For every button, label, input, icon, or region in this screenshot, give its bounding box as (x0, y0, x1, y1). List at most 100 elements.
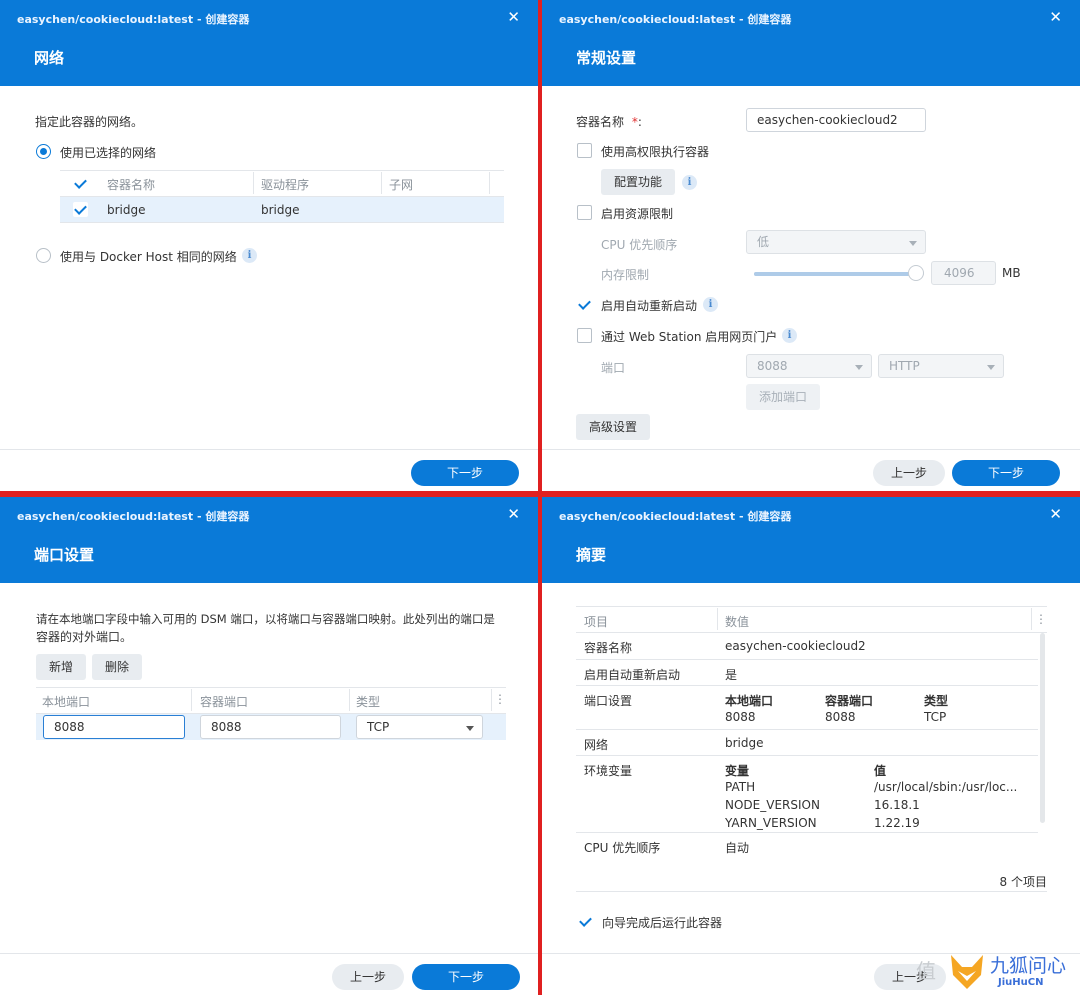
port-sub-header-type: 类型 (924, 694, 949, 708)
summary-row-network: 网络 bridge (576, 730, 1038, 756)
next-button[interactable]: 下一步 (411, 460, 519, 486)
type-select[interactable]: TCP (356, 715, 483, 739)
next-button[interactable]: 下一步 (952, 460, 1060, 486)
local-port-input[interactable]: 8088 (43, 715, 185, 739)
privileged-checkbox[interactable] (577, 143, 592, 158)
step-title: 网络 (34, 49, 65, 67)
cpu-priority-select[interactable]: 低 (746, 230, 926, 254)
row-label: 网络 (584, 738, 609, 752)
select-all-checkbox[interactable] (73, 176, 88, 191)
summary-table: 项目 数值 ⋮ 容器名称 easychen-cookiecloud2 启用自动重… (576, 606, 1047, 893)
memory-unit: MB (1002, 266, 1021, 280)
window-title: easychen/cookiecloud:latest - 创建容器 (559, 510, 792, 523)
watermark-char: 值 (916, 959, 936, 983)
env-val-1: 16.18.1 (874, 798, 920, 812)
row-checkbox[interactable] (73, 202, 88, 217)
resource-limit-label: 启用资源限制 (601, 207, 674, 221)
info-icon[interactable]: i (782, 328, 797, 343)
resource-limit-checkbox[interactable] (577, 205, 592, 220)
info-icon[interactable]: i (703, 297, 718, 312)
info-icon[interactable]: i (682, 175, 697, 190)
table-scrollbar[interactable] (1040, 633, 1045, 823)
row-value: bridge (725, 736, 764, 750)
close-icon[interactable]: ✕ (507, 505, 520, 523)
network-table: 容器名称 驱动程序 子网 bridge bridge (60, 170, 504, 224)
row-label: 启用自动重新启动 (584, 668, 681, 682)
run-after-wizard-label: 向导完成后运行此容器 (602, 916, 723, 930)
dialog-header: easychen/cookiecloud:latest - 创建容器 ✕ 网络 (0, 0, 538, 86)
add-port-button[interactable]: 添加端口 (746, 384, 820, 410)
row-value: 是 (725, 668, 738, 682)
row-value: 自动 (725, 841, 750, 855)
dialog-footer: 下一步 (0, 449, 538, 491)
env-var-2: YARN_VERSION (725, 816, 817, 830)
step-title: 摘要 (576, 546, 607, 564)
use-selected-network-radio[interactable] (36, 144, 51, 159)
env-header-val: 值 (874, 764, 887, 778)
table-header-type: 类型 (356, 695, 381, 709)
dialog-header: easychen/cookiecloud:latest - 创建容器 ✕ 摘要 (542, 497, 1080, 583)
row-label: CPU 优先顺序 (584, 841, 661, 855)
use-host-network-label: 使用与 Docker Host 相同的网络 (60, 250, 237, 264)
table-row[interactable]: bridge bridge (60, 197, 504, 222)
container-port-input[interactable]: 8088 (200, 715, 341, 739)
watermark-brand-cn: 九狐问心 (990, 955, 1067, 977)
advanced-settings-button[interactable]: 高级设置 (576, 414, 650, 440)
port-settings-dialog: easychen/cookiecloud:latest - 创建容器 ✕ 端口设… (0, 497, 538, 995)
use-host-network-radio[interactable] (36, 248, 51, 263)
protocol-select[interactable]: HTTP (878, 354, 1004, 378)
auto-restart-checkbox[interactable] (577, 297, 592, 312)
row-network-name: bridge (107, 203, 146, 217)
previous-button[interactable]: 上一步 (873, 460, 945, 486)
close-icon[interactable]: ✕ (507, 8, 520, 26)
memory-limit-input[interactable]: 4096 (931, 261, 996, 285)
use-selected-network-label: 使用已选择的网络 (60, 146, 157, 160)
dialog-footer: 上一步 下一步 (0, 953, 538, 995)
table-row: 8088 8088 TCP (36, 714, 506, 740)
close-icon[interactable]: ✕ (1049, 505, 1062, 523)
container-name-label: 容器名称 *: (576, 113, 642, 130)
info-icon[interactable]: i (242, 248, 257, 263)
summary-row-cpu: CPU 优先顺序 自动 (576, 833, 1038, 859)
env-val-2: 1.22.19 (874, 816, 920, 830)
close-icon[interactable]: ✕ (1049, 8, 1062, 26)
column-menu-icon[interactable]: ⋮ (494, 692, 506, 706)
window-title: easychen/cookiecloud:latest - 创建容器 (17, 510, 250, 523)
privileged-label: 使用高权限执行容器 (601, 145, 710, 159)
table-header-subnet: 子网 (389, 178, 414, 192)
watermark-brand-en: JiuHuCN (998, 977, 1044, 988)
general-settings-dialog: easychen/cookiecloud:latest - 创建容器 ✕ 常规设… (542, 0, 1080, 491)
run-after-wizard-checkbox[interactable] (578, 914, 593, 929)
auto-restart-label: 启用自动重新启动 (601, 299, 698, 313)
fox-logo-icon (951, 955, 983, 989)
env-var-0: PATH (725, 780, 756, 794)
configure-capabilities-button[interactable]: 配置功能 (601, 169, 675, 195)
row-label: 环境变量 (584, 764, 633, 778)
web-portal-checkbox[interactable] (577, 328, 592, 343)
next-button[interactable]: 下一步 (412, 964, 520, 990)
memory-slider[interactable] (754, 265, 924, 281)
add-button[interactable]: 新增 (36, 654, 86, 680)
port-sub-value-type: TCP (924, 710, 947, 724)
previous-button[interactable]: 上一步 (332, 964, 404, 990)
watermark: 值 九狐问心 JiuHuCN (902, 949, 1080, 993)
summary-dialog: easychen/cookiecloud:latest - 创建容器 ✕ 摘要 … (542, 497, 1080, 995)
container-name-input[interactable]: easychen-cookiecloud2 (746, 108, 926, 132)
dialog-header: easychen/cookiecloud:latest - 创建容器 ✕ 端口设… (0, 497, 538, 583)
summary-row-auto-restart: 启用自动重新启动 是 (576, 660, 1038, 686)
summary-row-env: 环境变量 变量 值 PATH /usr/local/sbin:/usr/loc.… (576, 756, 1038, 832)
delete-button[interactable]: 删除 (92, 654, 142, 680)
window-title: easychen/cookiecloud:latest - 创建容器 (17, 13, 250, 26)
step-title: 常规设置 (576, 49, 637, 67)
port-sub-value-local: 8088 (725, 710, 756, 724)
cpu-priority-label: CPU 优先顺序 (601, 238, 678, 252)
column-menu-icon[interactable]: ⋮ (1035, 612, 1047, 626)
summary-row-container-name: 容器名称 easychen-cookiecloud2 (576, 633, 1038, 659)
item-count: 8 个项目 (999, 875, 1047, 889)
slider-thumb[interactable] (908, 265, 924, 281)
table-header-value: 数值 (725, 615, 750, 629)
network-description: 指定此容器的网络。 (35, 115, 144, 129)
port-select[interactable]: 8088 (746, 354, 872, 378)
window-title: easychen/cookiecloud:latest - 创建容器 (559, 13, 792, 26)
env-var-1: NODE_VERSION (725, 798, 820, 812)
